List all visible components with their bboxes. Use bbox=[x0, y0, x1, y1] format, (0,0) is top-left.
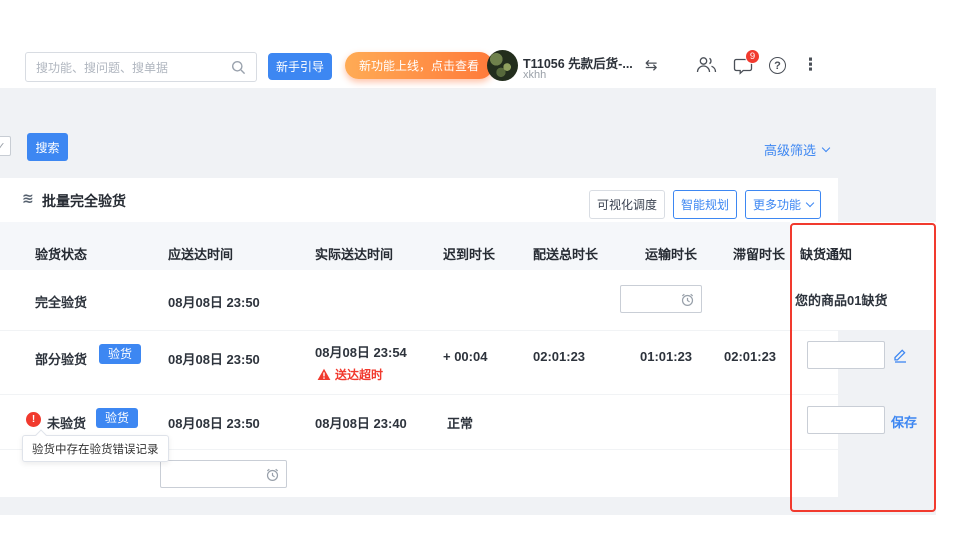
row3-status: 未验货 bbox=[47, 413, 86, 432]
row3-actual: 08月08日 23:40 bbox=[315, 413, 407, 432]
help-icon[interactable]: ? bbox=[769, 57, 786, 74]
search-icon[interactable] bbox=[231, 60, 246, 75]
more-functions-button[interactable]: 更多功能 bbox=[745, 190, 821, 219]
column-header-stay: 滞留时长 bbox=[733, 244, 785, 263]
row1-expected: 08月08日 23:50 bbox=[168, 292, 260, 311]
timer-icon[interactable] bbox=[680, 292, 695, 307]
inspection-error-tooltip: 验货中存在验货错误记录 bbox=[22, 435, 169, 462]
newbie-guide-button[interactable]: 新手引导 bbox=[268, 53, 332, 80]
row1-stock-note: 您的商品01缺货 bbox=[795, 290, 887, 309]
row2-stock-notice-input[interactable] bbox=[807, 341, 885, 369]
column-header-status: 验货状态 bbox=[35, 244, 87, 263]
row-divider bbox=[0, 394, 838, 395]
app-window: 搜功能、搜问题、搜单据 新手引导 新功能上线，点击查看 T11056 先款后货-… bbox=[0, 0, 955, 555]
smart-plan-button[interactable]: 智能规划 bbox=[673, 190, 737, 219]
row2-expected: 08月08日 23:50 bbox=[168, 349, 260, 368]
visual-dispatch-button[interactable]: 可视化调度 bbox=[589, 190, 665, 219]
global-search-input[interactable]: 搜功能、搜问题、搜单据 bbox=[25, 52, 257, 82]
more-functions-label: 更多功能 bbox=[753, 196, 801, 213]
search-button[interactable]: 搜索 bbox=[27, 133, 68, 161]
row3-stock-notice-input[interactable] bbox=[807, 406, 885, 434]
column-header-transport: 运输时长 bbox=[645, 244, 697, 263]
edit-pencil-icon[interactable] bbox=[892, 347, 908, 363]
tooltip-text: 验货中存在验货错误记录 bbox=[32, 441, 159, 457]
stock-column-background bbox=[790, 222, 936, 330]
search-placeholder: 搜功能、搜问题、搜单据 bbox=[36, 59, 168, 76]
row-divider bbox=[0, 330, 838, 331]
advanced-filter-toggle[interactable]: 高级筛选 bbox=[764, 140, 829, 159]
message-count-badge: 9 bbox=[745, 49, 760, 64]
contacts-icon[interactable] bbox=[696, 56, 717, 74]
row2-status: 部分验货 bbox=[35, 349, 87, 368]
row2-inspect-button[interactable]: 验货 bbox=[99, 344, 141, 364]
row2-overtime-flag: 送达超时 bbox=[317, 366, 383, 383]
kebab-menu-icon[interactable]: ⋮ bbox=[802, 55, 819, 75]
avatar[interactable] bbox=[487, 50, 518, 81]
row2-total: 02:01:23 bbox=[533, 349, 585, 364]
batch-icon: ≋ bbox=[22, 190, 34, 207]
row1-transport-time-input[interactable] bbox=[620, 285, 702, 313]
chevron-down-icon bbox=[806, 199, 814, 207]
row2-stay: 02:01:23 bbox=[724, 349, 776, 364]
row3-late: 正常 bbox=[447, 413, 473, 432]
warning-triangle-icon bbox=[317, 368, 331, 381]
select-all-checkbox[interactable]: ✓ bbox=[0, 136, 11, 156]
row1-status: 完全验货 bbox=[35, 292, 87, 311]
save-link[interactable]: 保存 bbox=[891, 412, 917, 431]
row2-overtime-label: 送达超时 bbox=[335, 366, 383, 383]
row4-expected-time-input[interactable] bbox=[160, 460, 287, 488]
column-header-stock: 缺货通知 bbox=[800, 244, 852, 263]
row2-late: + 00:04 bbox=[443, 349, 487, 364]
switch-account-icon[interactable]: ⇆ bbox=[645, 56, 658, 74]
row3-inspect-button[interactable]: 验货 bbox=[96, 408, 138, 428]
page-title: 批量完全验货 bbox=[42, 191, 126, 211]
timer-icon[interactable] bbox=[265, 467, 280, 482]
advanced-filter-label: 高级筛选 bbox=[764, 140, 816, 159]
column-header-expected: 应送达时间 bbox=[168, 244, 233, 263]
chevron-down-icon bbox=[822, 144, 830, 152]
column-header-total: 配送总时长 bbox=[533, 244, 598, 263]
row2-actual: 08月08日 23:54 bbox=[315, 342, 407, 361]
column-header-actual: 实际送达时间 bbox=[315, 244, 393, 263]
new-feature-banner-button[interactable]: 新功能上线，点击查看 bbox=[345, 52, 493, 79]
account-subname: xkhh bbox=[523, 69, 546, 81]
row3-expected: 08月08日 23:50 bbox=[168, 413, 260, 432]
error-alert-icon: ! bbox=[26, 412, 41, 427]
row2-transport: 01:01:23 bbox=[640, 349, 692, 364]
column-header-late: 迟到时长 bbox=[443, 244, 495, 263]
